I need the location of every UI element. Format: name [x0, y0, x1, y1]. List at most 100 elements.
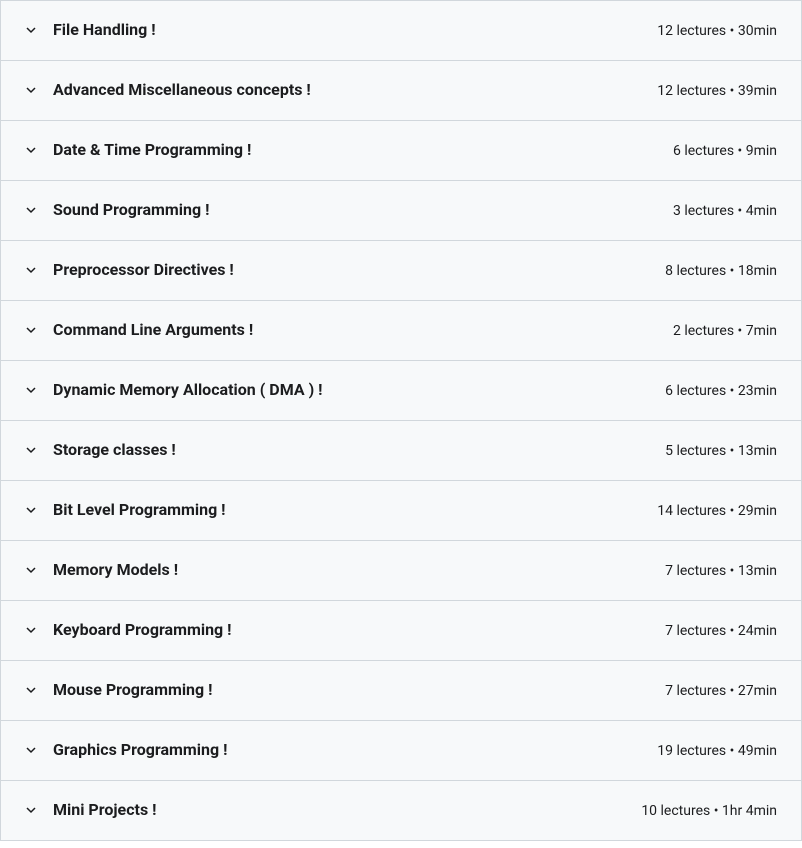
meta-separator: •: [726, 83, 738, 99]
chevron-down-icon: [25, 24, 37, 36]
section-left: Memory Models !: [25, 559, 653, 581]
section-left: Graphics Programming !: [25, 739, 645, 761]
section-left: Keyboard Programming !: [25, 619, 653, 641]
section-title: Graphics Programming !: [53, 739, 227, 761]
section-duration: 4min: [746, 203, 777, 219]
section-row[interactable]: Command Line Arguments ! 2 lectures • 7mi…: [1, 301, 801, 361]
section-title: Bit Level Programming !: [53, 499, 226, 521]
meta-separator: •: [726, 743, 738, 759]
section-duration: 49min: [738, 743, 777, 759]
section-lectures: 5 lectures: [665, 443, 726, 459]
section-left: Dynamic Memory Allocation ( DMA ) !: [25, 379, 653, 401]
section-left: Command Line Arguments !: [25, 319, 661, 341]
section-lectures: 3 lectures: [673, 203, 734, 219]
section-left: Advanced Miscellaneous concepts !: [25, 79, 645, 101]
section-row[interactable]: Preprocessor Directives !8 lectures • 18…: [1, 241, 801, 301]
section-left: Preprocessor Directives !: [25, 259, 653, 281]
section-lectures: 14 lectures: [657, 503, 726, 519]
section-meta: 7 lectures • 27min: [653, 683, 777, 699]
section-meta: 19 lectures • 49min: [645, 743, 777, 759]
chevron-down-icon: [25, 144, 37, 156]
section-title: Memory Models !: [53, 559, 178, 581]
section-left: Mouse Programming !: [25, 679, 653, 701]
meta-separator: •: [726, 263, 738, 279]
meta-separator: •: [734, 203, 746, 219]
course-sections-accordion: File Handling ! 12 lectures • 30min Advanc…: [0, 0, 802, 841]
section-duration: 24min: [738, 623, 777, 639]
chevron-down-icon: [25, 684, 37, 696]
section-duration: 1hr 4min: [722, 803, 777, 819]
section-left: Date & Time Programming !: [25, 139, 661, 161]
section-row[interactable]: Keyboard Programming ! 7 lectures • 24min: [1, 601, 801, 661]
section-lectures: 6 lectures: [665, 383, 726, 399]
section-lectures: 6 lectures: [673, 143, 734, 159]
chevron-down-icon: [25, 324, 37, 336]
section-row[interactable]: File Handling ! 12 lectures • 30min: [1, 1, 801, 61]
chevron-down-icon: [25, 804, 37, 816]
section-lectures: 7 lectures: [665, 683, 726, 699]
meta-separator: •: [726, 23, 738, 39]
section-lectures: 2 lectures: [673, 323, 734, 339]
section-row[interactable]: Sound Programming ! 3 lectures • 4min: [1, 181, 801, 241]
section-duration: 7min: [746, 323, 777, 339]
chevron-down-icon: [25, 264, 37, 276]
section-meta: 12 lectures • 30min: [645, 23, 777, 39]
meta-separator: •: [726, 443, 738, 459]
meta-separator: •: [726, 623, 738, 639]
section-lectures: 19 lectures: [657, 743, 726, 759]
section-row[interactable]: Dynamic Memory Allocation ( DMA ) ! 6 lec…: [1, 361, 801, 421]
section-duration: 30min: [738, 23, 777, 39]
chevron-down-icon: [25, 504, 37, 516]
section-title: Storage classes !: [53, 439, 176, 461]
section-row[interactable]: Date & Time Programming ! 6 lectures • 9m…: [1, 121, 801, 181]
section-meta: 12 lectures • 39min: [645, 83, 777, 99]
section-left: Mini Projects !: [25, 799, 629, 821]
section-duration: 27min: [738, 683, 777, 699]
section-row[interactable]: Graphics Programming ! 19 lectures • 49mi…: [1, 721, 801, 781]
chevron-down-icon: [25, 744, 37, 756]
section-duration: 23min: [738, 383, 777, 399]
meta-separator: •: [726, 383, 738, 399]
section-left: Bit Level Programming !: [25, 499, 645, 521]
section-meta: 7 lectures • 13min: [653, 563, 777, 579]
section-meta: 2 lectures • 7min: [661, 323, 777, 339]
section-duration: 18min: [738, 263, 777, 279]
section-left: File Handling !: [25, 19, 645, 41]
section-title: Command Line Arguments !: [53, 319, 253, 341]
chevron-down-icon: [25, 84, 37, 96]
chevron-down-icon: [25, 444, 37, 456]
meta-separator: •: [726, 563, 738, 579]
section-row[interactable]: Bit Level Programming ! 14 lectures • 29m…: [1, 481, 801, 541]
section-row[interactable]: Memory Models ! 7 lectures • 13min: [1, 541, 801, 601]
section-meta: 3 lectures • 4min: [661, 203, 777, 219]
meta-separator: •: [726, 503, 738, 519]
section-title: Keyboard Programming !: [53, 619, 231, 641]
meta-separator: •: [710, 803, 722, 819]
chevron-down-icon: [25, 564, 37, 576]
section-row[interactable]: Mini Projects ! 10 lectures • 1hr 4min: [1, 781, 801, 841]
section-duration: 13min: [738, 443, 777, 459]
section-title: Sound Programming !: [53, 199, 209, 221]
meta-separator: •: [726, 683, 738, 699]
section-left: Sound Programming !: [25, 199, 661, 221]
section-title: Date & Time Programming !: [53, 139, 251, 161]
section-row[interactable]: Mouse Programming ! 7 lectures • 27min: [1, 661, 801, 721]
chevron-down-icon: [25, 384, 37, 396]
section-row[interactable]: Storage classes ! 5 lectures • 13min: [1, 421, 801, 481]
meta-separator: •: [734, 143, 746, 159]
chevron-down-icon: [25, 204, 37, 216]
section-row[interactable]: Advanced Miscellaneous concepts ! 12 lect…: [1, 61, 801, 121]
section-lectures: 12 lectures: [657, 83, 726, 99]
section-meta: 6 lectures • 23min: [653, 383, 777, 399]
section-left: Storage classes !: [25, 439, 653, 461]
section-duration: 9min: [746, 143, 777, 159]
section-meta: 7 lectures • 24min: [653, 623, 777, 639]
section-lectures: 10 lectures: [641, 803, 710, 819]
section-duration: 39min: [738, 83, 777, 99]
section-title: Dynamic Memory Allocation ( DMA ) !: [53, 379, 323, 401]
chevron-down-icon: [25, 624, 37, 636]
section-title: Mouse Programming !: [53, 679, 212, 701]
section-meta: 14 lectures • 29min: [645, 503, 777, 519]
section-title: File Handling !: [53, 19, 156, 41]
section-title: Advanced Miscellaneous concepts !: [53, 79, 311, 101]
